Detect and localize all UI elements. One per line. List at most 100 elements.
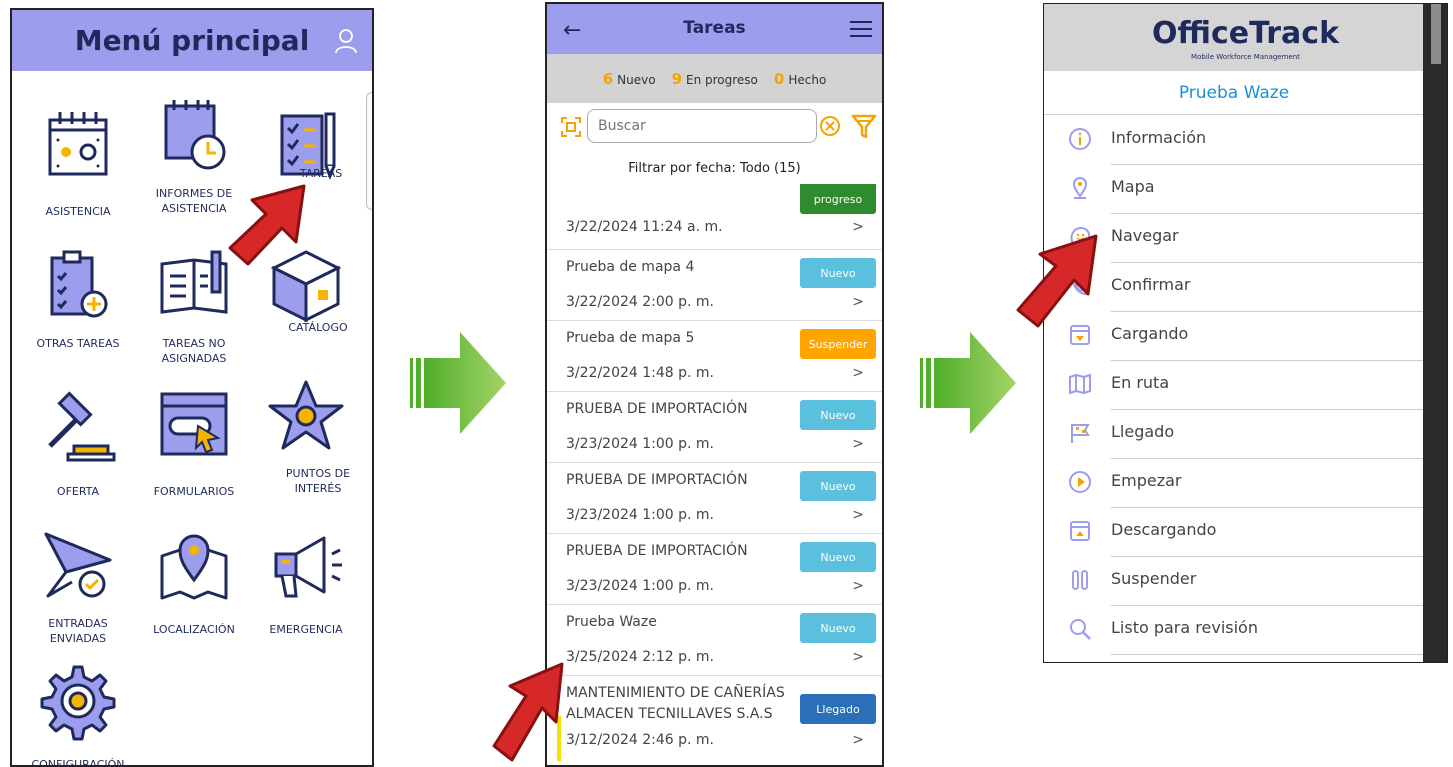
action-label: Llegado	[1111, 422, 1175, 441]
count-new[interactable]: 6 Nuevo	[603, 70, 656, 88]
task-date: 3/25/2024 2:12 p. m.	[566, 649, 714, 665]
action-empezar[interactable]: Empezar	[1044, 459, 1424, 508]
menu-tile-label: OFERTA	[56, 485, 100, 498]
map-pin-icon	[160, 534, 228, 600]
calendar-clock-icon	[164, 100, 226, 170]
task-row[interactable]: progreso 3/22/2024 11:24 a. m. >	[547, 184, 882, 250]
action-llegado[interactable]: Llegado	[1044, 410, 1424, 459]
menu-tile-label: EMERGENCIA	[269, 623, 343, 636]
task-date: 3/12/2024 2:46 p. m.	[566, 732, 714, 748]
action-descargando[interactable]: Descargando	[1044, 508, 1424, 557]
clear-search-icon[interactable]	[819, 115, 841, 137]
menu-tile-label: LOCALIZACIÓN	[153, 623, 235, 636]
task-row-prueba-waze[interactable]: Prueba Waze Nuevo 3/25/2024 2:12 p. m. >	[547, 605, 882, 676]
task-date: 3/22/2024 11:24 a. m.	[566, 219, 723, 235]
form-cursor-icon	[160, 392, 228, 456]
menu-tile-label: ENTRADAS ENVIADAS	[48, 617, 108, 645]
status-badge: Nuevo	[800, 542, 876, 572]
search-input[interactable]	[587, 109, 817, 143]
menu-tile-otras-tareas[interactable]: OTRAS TAREAS	[20, 246, 136, 351]
action-en-ruta[interactable]: En ruta	[1044, 361, 1424, 410]
hamburger-menu-icon[interactable]	[850, 20, 872, 38]
menu-tile-entradas-enviadas[interactable]: ENTRADAS ENVIADAS	[20, 526, 136, 646]
pointer-arrow-icon	[492, 662, 564, 762]
task-list: progreso 3/22/2024 11:24 a. m. > Prueba …	[547, 184, 882, 765]
task-row[interactable]: PRUEBA DE IMPORTACIÓN Nuevo 3/23/2024 1:…	[547, 534, 882, 605]
menu-tile-label: OTRAS TAREAS	[36, 337, 120, 350]
next-step-arrow-icon	[920, 332, 1016, 434]
pointer-arrow-icon	[1016, 234, 1098, 328]
date-filter-label[interactable]: Filtrar por fecha: Todo (15)	[547, 161, 882, 176]
status-badge: Nuevo	[800, 471, 876, 501]
pause-icon	[1072, 570, 1088, 590]
count-number: 0	[773, 69, 785, 88]
task-name: PRUEBA DE IMPORTACIÓN	[566, 543, 748, 559]
action-mapa[interactable]: Mapa	[1044, 165, 1424, 214]
tasks-screen: ← Tareas 6 Nuevo 9 En progreso 0 Hecho B…	[545, 2, 884, 767]
task-date: 3/23/2024 1:00 p. m.	[566, 436, 714, 452]
side-drawer-handle[interactable]	[366, 92, 372, 210]
task-row[interactable]: PRUEBA DE IMPORTACIÓN Nuevo 3/23/2024 1:…	[547, 463, 882, 534]
task-date: 3/23/2024 1:00 p. m.	[566, 507, 714, 523]
menu-tile-formularios[interactable]: FORMULARIOS	[136, 386, 252, 499]
pointer-arrow-icon	[228, 184, 306, 266]
menu-tile-label: CONFIGURACIÓN	[31, 758, 125, 767]
brand-name: OfficeTrack	[1151, 16, 1340, 51]
menu-tile-asistencia[interactable]: ASISTENCIA	[20, 106, 136, 219]
magnifier-icon	[1070, 619, 1091, 640]
action-label: Información	[1111, 128, 1207, 147]
project-title: Prueba Waze	[1044, 71, 1424, 115]
menu-tile-localizacion[interactable]: LOCALIZACIÓN	[136, 526, 252, 637]
task-row[interactable]: MANTENIMIENTO DE CAÑERÍAS ALMACEN TECNIL…	[547, 676, 882, 765]
count-in-progress[interactable]: 9 En progreso	[672, 70, 758, 88]
scrollbar-thumb[interactable]	[1431, 4, 1441, 64]
filter-icon[interactable]	[851, 113, 877, 139]
action-label: Listo para revisión	[1111, 618, 1258, 637]
map-pin-icon	[1072, 177, 1088, 199]
action-label: Empezar	[1111, 471, 1182, 490]
chevron-right-icon: >	[852, 732, 864, 748]
task-row[interactable]: Prueba de mapa 5 Suspender 3/22/2024 1:4…	[547, 321, 882, 392]
status-badge: Nuevo	[800, 613, 876, 643]
tasks-title: Tareas	[683, 18, 746, 38]
task-row[interactable]: PRUEBA DE IMPORTACIÓN Nuevo 3/23/2024 1:…	[547, 392, 882, 463]
task-date: 3/23/2024 1:00 p. m.	[566, 578, 714, 594]
status-badge: Suspender	[800, 329, 876, 359]
task-name: PRUEBA DE IMPORTACIÓN	[566, 472, 748, 488]
flag-icon	[1071, 424, 1090, 443]
officetrack-logo: OfficeTrack Mobile Workforce Management	[1044, 4, 1447, 71]
menu-tile-emergencia[interactable]: EMERGENCIA	[248, 526, 364, 637]
task-date: 3/22/2024 1:48 p. m.	[566, 365, 714, 381]
action-listo-para-revision[interactable]: Listo para revisión	[1044, 606, 1424, 655]
action-suspender[interactable]: Suspender	[1044, 557, 1424, 606]
action-list: Información Mapa Navegar Confirmar Carga…	[1044, 116, 1424, 655]
menu-tile-puntos-de-interes[interactable]: PUNTOS DE INTERÉS	[248, 376, 364, 496]
chevron-right-icon: >	[852, 219, 864, 235]
task-row[interactable]: Prueba de mapa 4 Nuevo 3/22/2024 2:00 p.…	[547, 250, 882, 321]
count-number: 6	[602, 69, 614, 88]
main-menu-header: Menú principal	[12, 10, 372, 71]
action-label: Cargando	[1111, 324, 1189, 343]
scrollbar[interactable]	[1423, 4, 1447, 662]
action-informacion[interactable]: Información	[1044, 116, 1424, 165]
menu-tile-tareas[interactable]: TAREAS	[248, 106, 364, 181]
chevron-right-icon: >	[852, 578, 864, 594]
gavel-icon	[48, 391, 116, 462]
status-badge: Nuevo	[800, 258, 876, 288]
menu-tile-oferta[interactable]: OFERTA	[20, 386, 136, 499]
action-label: Suspender	[1111, 569, 1197, 588]
task-name: Prueba de mapa 5	[566, 330, 695, 346]
scan-icon[interactable]	[561, 117, 581, 137]
task-name: Prueba Waze	[566, 614, 657, 630]
task-name: PRUEBA DE IMPORTACIÓN	[566, 401, 748, 417]
action-label: Confirmar	[1111, 275, 1191, 294]
count-done[interactable]: 0 Hecho	[774, 70, 826, 88]
main-menu-screen: Menú principal ASISTENCIA INFORMES DE AS…	[10, 8, 374, 767]
calendar-icon	[48, 112, 108, 176]
user-icon[interactable]	[334, 28, 358, 54]
officetrack-menu-screen: OfficeTrack Mobile Workforce Management …	[1043, 3, 1448, 663]
count-label: En progreso	[686, 72, 758, 87]
menu-tile-label: PUNTOS DE INTERÉS	[285, 467, 351, 495]
menu-tile-configuracion[interactable]: CONFIGURACIÓN	[20, 661, 136, 767]
unload-box-icon	[1070, 521, 1090, 541]
